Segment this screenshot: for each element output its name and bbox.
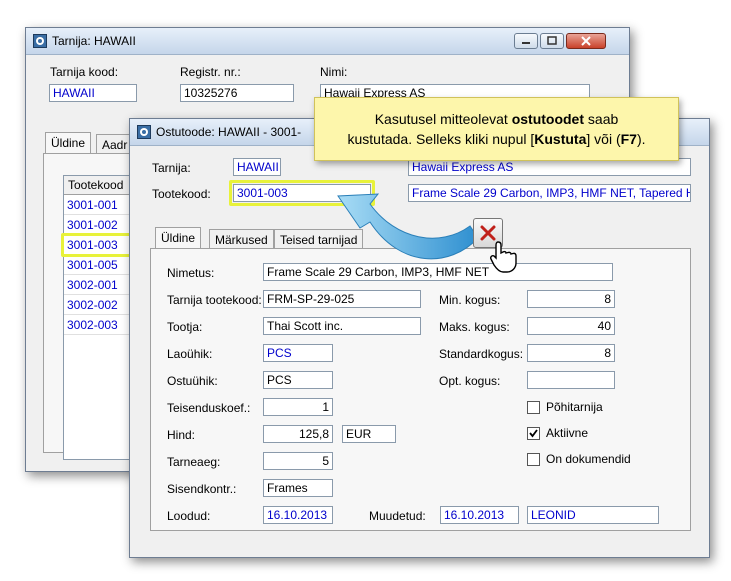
check-icon (529, 429, 538, 438)
list-item[interactable]: 3002-003 (64, 315, 137, 335)
callout-text-g: F7 (620, 131, 637, 147)
stock-unit-field[interactable]: PCS (263, 344, 333, 362)
min-qty-field[interactable]: 8 (527, 290, 615, 308)
list-item[interactable]: 3001-002 (64, 215, 137, 235)
max-qty-label: Maks. kogus: (439, 320, 510, 334)
currency-field[interactable]: EUR (342, 425, 396, 443)
hand-cursor-icon (490, 241, 517, 273)
on-documents-label: On dokumendid (546, 452, 631, 466)
input-control-field[interactable]: Frames (263, 479, 333, 497)
product-name-field: Frame Scale 29 Carbon, IMP3, HMF NET, Ta… (408, 184, 691, 202)
lead-time-field[interactable]: 5 (263, 452, 333, 470)
minimize-button[interactable] (514, 33, 538, 49)
product-window-title: Ostutoode: HAWAII - 3001- (156, 125, 302, 139)
max-qty-field[interactable]: 40 (527, 317, 615, 335)
modified-label: Muudetud: (369, 509, 426, 523)
conversion-label: Teisenduskoef.: (167, 401, 251, 415)
list-item[interactable]: 3001-001 (64, 195, 137, 215)
tab-general[interactable]: Üldine (155, 227, 202, 249)
tab-notes-label: Märkused (215, 233, 268, 247)
reg-no-field[interactable]: 10325276 (180, 84, 294, 102)
supplier-code-label: Tarnija kood: (50, 65, 119, 79)
created-field: 16.10.2013 (263, 506, 333, 524)
product-list-header[interactable]: Tootekood (64, 176, 137, 195)
tab-other-suppliers-label: Teised tarnijad (280, 233, 358, 247)
name-label: Nimi: (320, 65, 348, 79)
modified-field: 16.10.2013 (440, 506, 519, 524)
callout-text-a: Kasutusel mitteolevat (374, 111, 512, 127)
maximize-icon (547, 36, 557, 45)
active-label: Aktiivne (546, 426, 589, 440)
maker-field[interactable]: Thai Scott inc. (263, 317, 421, 335)
app-icon (33, 34, 47, 48)
close-icon (581, 36, 591, 46)
minimize-icon (522, 42, 530, 44)
callout-text-c: saab (584, 111, 619, 127)
opt-qty-label: Opt. kogus: (439, 374, 501, 388)
list-item[interactable]: 3002-001 (64, 275, 137, 295)
supplier-code-field[interactable]: HAWAII (49, 84, 137, 102)
std-qty-label: Standardkogus: (439, 347, 524, 361)
supplier-field[interactable]: HAWAII (233, 158, 281, 176)
main-supplier-label: Põhitarnija (546, 400, 603, 414)
input-control-label: Sisendkontr.: (167, 482, 237, 496)
supplier-product-code-field[interactable]: FRM-SP-29-025 (263, 290, 421, 308)
tab-address-label: Aadr (102, 138, 128, 152)
maker-label: Tootja: (167, 320, 203, 334)
tab-general-label: Üldine (51, 136, 86, 150)
tab-general-label: Üldine (161, 231, 196, 245)
tooltip-callout: Kasutusel mitteolevat ostutoodet saab ku… (314, 97, 679, 161)
tab-general[interactable]: Üldine (45, 132, 92, 154)
min-qty-label: Min. kogus: (439, 293, 501, 307)
tab-notes[interactable]: Märkused (209, 229, 274, 249)
supplier-window-titlebar[interactable]: Tarnija: HAWAII (26, 28, 629, 55)
app-icon (137, 125, 151, 139)
product-code-label: Tootekood: (152, 187, 211, 201)
std-qty-field[interactable]: 8 (527, 344, 615, 362)
name-label: Nimetus: (167, 266, 215, 280)
product-list[interactable]: Tootekood 3001-001 3001-002 3001-003 300… (63, 175, 138, 460)
callout-text-e: Kustuta (534, 131, 587, 147)
supplier-label: Tarnija: (152, 161, 191, 175)
name-field[interactable]: Frame Scale 29 Carbon, IMP3, HMF NET (263, 263, 613, 281)
list-item[interactable]: 3002-002 (64, 295, 137, 315)
purchase-unit-field[interactable]: PCS (263, 371, 333, 389)
callout-text-h: ). (636, 131, 646, 147)
callout-text-b: ostutoodet (511, 111, 585, 127)
lead-time-label: Tarneaeg: (167, 455, 221, 469)
product-code-highlight (229, 180, 375, 206)
price-field[interactable]: 125,8 (263, 425, 333, 443)
maximize-button[interactable] (540, 33, 564, 49)
callout-text-f: ] või ( (586, 131, 621, 147)
product-tab-panel: Nimetus: Frame Scale 29 Carbon, IMP3, HM… (150, 248, 691, 531)
list-item[interactable]: 3001-005 (64, 255, 137, 275)
created-label: Loodud: (167, 509, 211, 523)
conversion-field[interactable]: 1 (263, 398, 333, 416)
opt-qty-field[interactable] (527, 371, 615, 389)
on-documents-checkbox[interactable] (527, 453, 540, 466)
close-button[interactable] (566, 33, 606, 49)
main-supplier-checkbox[interactable] (527, 401, 540, 414)
callout-text-d: kustutada. Selleks kliki nupul [ (347, 131, 535, 147)
modified-by-field: LEONID (527, 506, 659, 524)
stock-unit-label: Laoühik: (167, 347, 213, 361)
reg-no-label: Registr. nr.: (180, 65, 241, 79)
purchase-unit-label: Ostuühik: (167, 374, 218, 388)
active-checkbox[interactable] (527, 427, 540, 440)
tab-address[interactable]: Aadr (96, 134, 134, 154)
supplier-window-title: Tarnija: HAWAII (52, 34, 136, 48)
product-window: Ostutoode: HAWAII - 3001- Tarnija: HAWAI… (129, 118, 710, 558)
tab-other-suppliers[interactable]: Teised tarnijad (274, 229, 364, 249)
price-label: Hind: (167, 428, 196, 442)
supplier-product-code-label: Tarnija tootekood: (167, 293, 262, 307)
